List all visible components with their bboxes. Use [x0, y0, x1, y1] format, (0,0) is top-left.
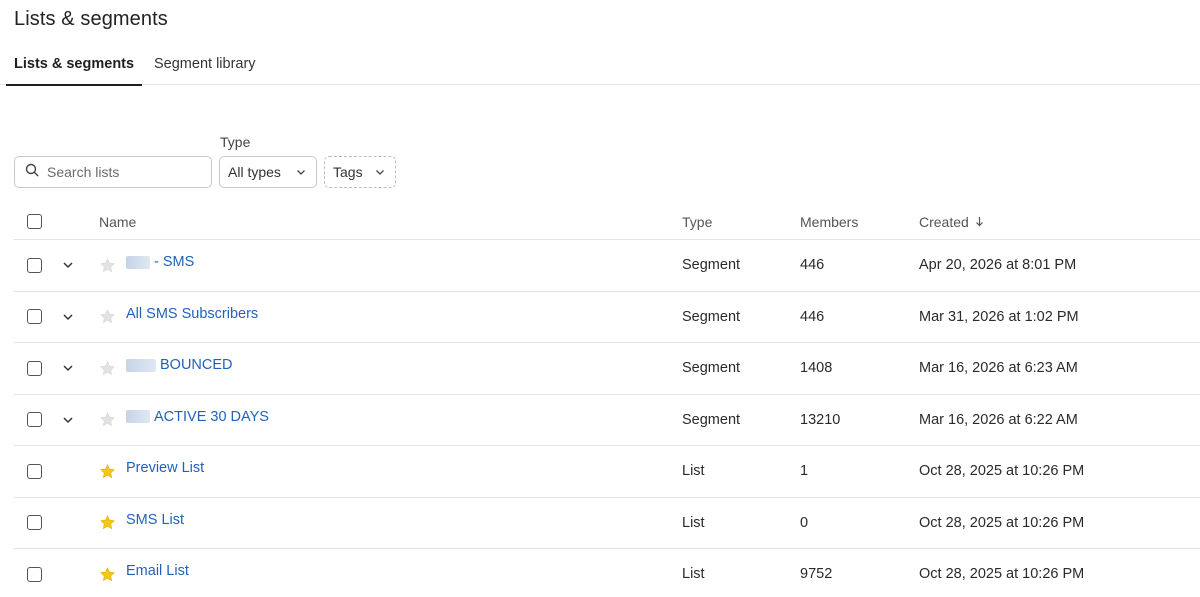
row-members: 13210 [800, 411, 841, 428]
star-icon[interactable] [99, 446, 116, 497]
row-members: 1 [800, 463, 809, 480]
row-created: Mar 31, 2026 at 1:02 PM [919, 308, 1079, 325]
row-members: 9752 [800, 566, 833, 583]
row-created: Mar 16, 2026 at 6:23 AM [919, 360, 1078, 377]
row-checkbox[interactable] [27, 360, 42, 376]
row-checkbox[interactable] [27, 257, 42, 273]
row-type: Segment [682, 411, 741, 428]
row-checkbox[interactable] [27, 412, 42, 428]
search-icon [25, 163, 39, 182]
table-row[interactable]: BOUNCED Segment 1408 Mar 16, 2026 at 6:23 A… [14, 343, 1200, 395]
table-row[interactable]: ACTIVE 30 DAYS Segment 13210 Mar 16, 2026 a… [14, 395, 1200, 446]
row-created: Oct 28, 2025 at 10:26 PM [919, 463, 1085, 480]
redacted-text [126, 255, 150, 269]
column-header-members[interactable]: Members [800, 204, 858, 239]
row-type: Segment [682, 360, 741, 377]
table-header: Name Type Members Created [14, 204, 1200, 240]
chevron-down-icon[interactable] [62, 343, 74, 394]
type-select[interactable]: All types [219, 156, 317, 188]
page-title: Lists & segments [14, 8, 168, 30]
list-name-link[interactable]: Email List [126, 563, 189, 579]
row-checkbox[interactable] [27, 515, 42, 531]
row-checkbox[interactable] [27, 309, 42, 325]
list-name-link[interactable]: SMS List [126, 512, 184, 528]
column-header-type[interactable]: Type [682, 204, 712, 239]
column-header-created[interactable]: Created [919, 204, 984, 239]
redacted-text [126, 358, 156, 372]
list-name-link[interactable]: BOUNCED [160, 357, 233, 373]
row-checkbox[interactable] [27, 566, 42, 582]
column-header-name[interactable]: Name [99, 204, 136, 239]
table-row[interactable]: Preview List List 1 Oct 28, 2025 at 10:26 P… [14, 446, 1200, 498]
star-icon[interactable] [99, 292, 116, 343]
row-created: Oct 28, 2025 at 10:26 PM [919, 514, 1085, 531]
select-all-checkbox[interactable] [27, 214, 42, 229]
table-body: - SMS Segment 446 Apr 20, 2026 at 8:01 PM Al… [14, 240, 1200, 597]
star-icon[interactable] [99, 343, 116, 394]
table-row[interactable]: - SMS Segment 446 Apr 20, 2026 at 8:01 PM [14, 240, 1200, 292]
star-icon[interactable] [99, 395, 116, 446]
row-checkbox[interactable] [27, 463, 42, 479]
table-row[interactable]: Email List List 9752 Oct 28, 2025 at 10:26 … [14, 549, 1200, 597]
row-created: Mar 16, 2026 at 6:22 AM [919, 411, 1078, 428]
table-row[interactable]: SMS List List 0 Oct 28, 2025 at 10:26 PM [14, 498, 1200, 549]
tab-bar: Lists & segments Segment library [0, 46, 1200, 86]
chevron-down-icon [375, 167, 385, 177]
star-icon[interactable] [99, 498, 116, 549]
column-header-created-label: Created [919, 213, 969, 230]
tab-segment-library[interactable]: Segment library [146, 46, 264, 85]
search-input[interactable] [47, 164, 197, 180]
row-members: 446 [800, 257, 825, 274]
arrow-down-icon [975, 216, 984, 227]
lists-table: Name Type Members Created - SMS Segment 44… [14, 204, 1200, 597]
row-type: Segment [682, 308, 741, 325]
chevron-down-icon[interactable] [62, 292, 74, 343]
list-name-link[interactable]: - SMS [154, 254, 194, 270]
chevron-down-icon[interactable] [62, 240, 74, 291]
tab-lists-segments[interactable]: Lists & segments [6, 46, 143, 86]
list-name-link[interactable]: ACTIVE 30 DAYS [154, 409, 269, 425]
row-created: Oct 28, 2025 at 10:26 PM [919, 566, 1085, 583]
row-type: List [682, 463, 705, 480]
type-filter-label: Type [220, 134, 251, 150]
row-created: Apr 20, 2026 at 8:01 PM [919, 257, 1077, 274]
row-members: 1408 [800, 360, 833, 377]
row-type: List [682, 514, 705, 531]
tags-select[interactable]: Tags [324, 156, 396, 188]
chevron-down-icon[interactable] [62, 395, 74, 446]
tags-select-value: Tags [333, 164, 363, 180]
row-type: List [682, 566, 705, 583]
row-type: Segment [682, 257, 741, 274]
list-name-link[interactable]: Preview List [126, 460, 204, 476]
search-box[interactable] [14, 156, 212, 188]
row-members: 0 [800, 514, 809, 531]
chevron-down-icon [296, 167, 306, 177]
list-name-link[interactable]: All SMS Subscribers [126, 306, 258, 322]
redacted-text [126, 410, 150, 424]
star-icon[interactable] [99, 549, 116, 597]
row-members: 446 [800, 308, 825, 325]
type-select-value: All types [228, 164, 281, 180]
table-row[interactable]: All SMS Subscribers Segment 446 Mar 31, 202… [14, 292, 1200, 343]
star-icon[interactable] [99, 240, 116, 291]
